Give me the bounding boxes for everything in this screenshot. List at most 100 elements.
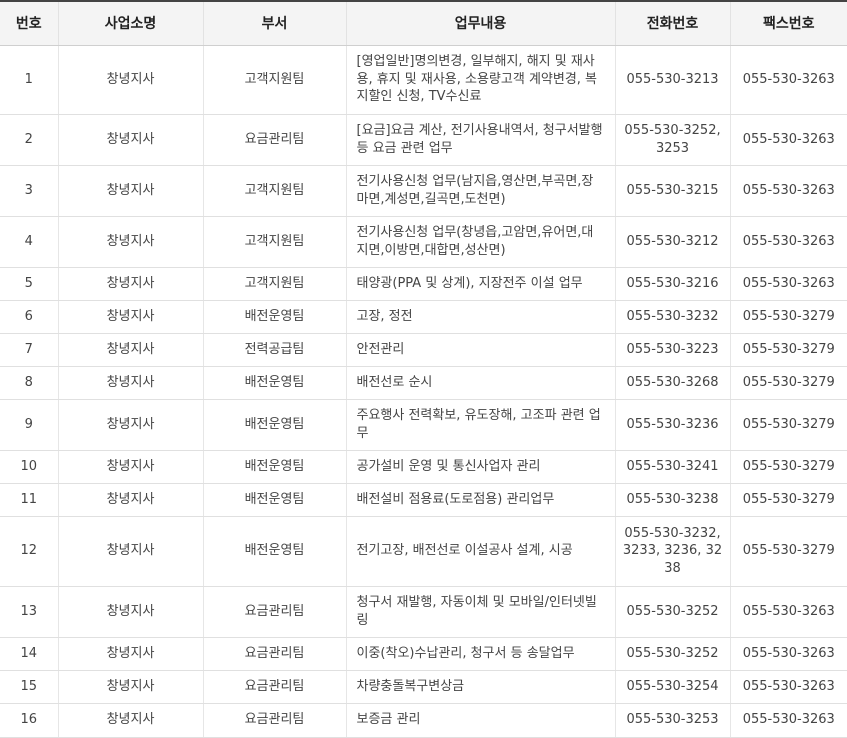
cell-office: 창녕지사 <box>57 366 203 400</box>
cell-office: 창녕지사 <box>57 450 203 484</box>
cell-fax: 055-530-3263 <box>729 114 847 166</box>
cell-task: 배전선로 순시 <box>345 366 615 400</box>
contact-table: 번호 사업소명 부서 업무내용 전화번호 팩스번호 1 창녕지사 고객지원팀 [… <box>0 0 847 738</box>
table-row: 1 창녕지사 고객지원팀 [영업일반]명의변경, 일부해지, 해지 및 재사용,… <box>0 45 847 115</box>
cell-phone: 055-530-3232, 3233, 3236, 3238 <box>614 516 730 587</box>
cell-phone: 055-530-3254 <box>614 670 730 704</box>
cell-department: 요금관리팀 <box>202 114 346 166</box>
cell-number: 13 <box>0 586 58 638</box>
cell-phone: 055-530-3213 <box>614 45 730 115</box>
cell-department: 요금관리팀 <box>202 703 346 738</box>
cell-number: 9 <box>0 399 58 451</box>
table-row: 5 창녕지사 고객지원팀 태양광(PPA 및 상계), 지장전주 이설 업무 0… <box>0 267 847 301</box>
cell-fax: 055-530-3263 <box>729 670 847 704</box>
cell-office: 창녕지사 <box>57 483 203 517</box>
header-task: 업무내용 <box>345 0 615 46</box>
table-row: 3 창녕지사 고객지원팀 전기사용신청 업무(남지읍,영산면,부곡면,장마면,계… <box>0 165 847 217</box>
cell-fax: 055-530-3263 <box>729 703 847 738</box>
cell-department: 요금관리팀 <box>202 637 346 671</box>
cell-office: 창녕지사 <box>57 165 203 217</box>
cell-department: 배전운영팀 <box>202 300 346 334</box>
cell-phone: 055-530-3252 <box>614 637 730 671</box>
cell-office: 창녕지사 <box>57 637 203 671</box>
cell-fax: 055-530-3279 <box>729 366 847 400</box>
cell-fax: 055-530-3279 <box>729 516 847 587</box>
table-row: 11 창녕지사 배전운영팀 배전설비 점용료(도로점용) 관리업무 055-53… <box>0 483 847 517</box>
cell-phone: 055-530-3238 <box>614 483 730 517</box>
cell-department: 배전운영팀 <box>202 366 346 400</box>
header-department: 부서 <box>202 0 346 46</box>
cell-number: 14 <box>0 637 58 671</box>
cell-department: 요금관리팀 <box>202 586 346 638</box>
table-row: 13 창녕지사 요금관리팀 청구서 재발행, 자동이체 및 모바일/인터넷빌링 … <box>0 586 847 638</box>
cell-department: 배전운영팀 <box>202 516 346 587</box>
cell-office: 창녕지사 <box>57 216 203 268</box>
cell-task: 주요행사 전력확보, 유도장해, 고조파 관련 업무 <box>345 399 615 451</box>
table-row: 4 창녕지사 고객지원팀 전기사용신청 업무(창녕읍,고암면,유어면,대지면,이… <box>0 216 847 268</box>
table-row: 16 창녕지사 요금관리팀 보증금 관리 055-530-3253 055-53… <box>0 703 847 738</box>
cell-number: 16 <box>0 703 58 738</box>
cell-office: 창녕지사 <box>57 670 203 704</box>
cell-task: 청구서 재발행, 자동이체 및 모바일/인터넷빌링 <box>345 586 615 638</box>
cell-phone: 055-530-3223 <box>614 333 730 367</box>
table-row: 14 창녕지사 요금관리팀 이중(착오)수납관리, 청구서 등 송달업무 055… <box>0 637 847 671</box>
cell-office: 창녕지사 <box>57 399 203 451</box>
cell-phone: 055-530-3241 <box>614 450 730 484</box>
cell-task: 안전관리 <box>345 333 615 367</box>
cell-fax: 055-530-3279 <box>729 333 847 367</box>
cell-department: 전력공급팀 <box>202 333 346 367</box>
cell-task: [요금]요금 계산, 전기사용내역서, 청구서발행 등 요금 관련 업무 <box>345 114 615 166</box>
cell-phone: 055-530-3236 <box>614 399 730 451</box>
cell-task: 고장, 정전 <box>345 300 615 334</box>
cell-task: 태양광(PPA 및 상계), 지장전주 이설 업무 <box>345 267 615 301</box>
table-row: 8 창녕지사 배전운영팀 배전선로 순시 055-530-3268 055-53… <box>0 366 847 400</box>
cell-fax: 055-530-3279 <box>729 450 847 484</box>
cell-department: 배전운영팀 <box>202 399 346 451</box>
cell-fax: 055-530-3263 <box>729 267 847 301</box>
cell-fax: 055-530-3279 <box>729 483 847 517</box>
cell-number: 3 <box>0 165 58 217</box>
cell-department: 배전운영팀 <box>202 483 346 517</box>
cell-phone: 055-530-3215 <box>614 165 730 217</box>
cell-fax: 055-530-3263 <box>729 45 847 115</box>
cell-phone: 055-530-3268 <box>614 366 730 400</box>
cell-task: 전기고장, 배전선로 이설공사 설계, 시공 <box>345 516 615 587</box>
cell-office: 창녕지사 <box>57 267 203 301</box>
cell-fax: 055-530-3279 <box>729 300 847 334</box>
cell-fax: 055-530-3263 <box>729 165 847 217</box>
cell-office: 창녕지사 <box>57 114 203 166</box>
cell-department: 배전운영팀 <box>202 450 346 484</box>
cell-task: 차량충돌복구변상금 <box>345 670 615 704</box>
cell-department: 고객지원팀 <box>202 267 346 301</box>
table-row: 12 창녕지사 배전운영팀 전기고장, 배전선로 이설공사 설계, 시공 055… <box>0 516 847 587</box>
cell-department: 고객지원팀 <box>202 165 346 217</box>
table-header-row: 번호 사업소명 부서 업무내용 전화번호 팩스번호 <box>0 0 847 46</box>
table-row: 2 창녕지사 요금관리팀 [요금]요금 계산, 전기사용내역서, 청구서발행 등… <box>0 114 847 166</box>
cell-number: 10 <box>0 450 58 484</box>
header-phone: 전화번호 <box>614 0 730 46</box>
cell-number: 5 <box>0 267 58 301</box>
cell-fax: 055-530-3263 <box>729 216 847 268</box>
cell-phone: 055-530-3253 <box>614 703 730 738</box>
cell-task: 보증금 관리 <box>345 703 615 738</box>
cell-number: 2 <box>0 114 58 166</box>
cell-number: 7 <box>0 333 58 367</box>
cell-task: 공가설비 운영 및 통신사업자 관리 <box>345 450 615 484</box>
cell-department: 고객지원팀 <box>202 45 346 115</box>
cell-phone: 055-530-3216 <box>614 267 730 301</box>
cell-fax: 055-530-3279 <box>729 399 847 451</box>
cell-office: 창녕지사 <box>57 703 203 738</box>
cell-number: 11 <box>0 483 58 517</box>
cell-office: 창녕지사 <box>57 45 203 115</box>
table-row: 9 창녕지사 배전운영팀 주요행사 전력확보, 유도장해, 고조파 관련 업무 … <box>0 399 847 451</box>
cell-department: 고객지원팀 <box>202 216 346 268</box>
cell-number: 15 <box>0 670 58 704</box>
cell-phone: 055-530-3252, 3253 <box>614 114 730 166</box>
cell-task: 전기사용신청 업무(창녕읍,고암면,유어면,대지면,이방면,대합면,성산면) <box>345 216 615 268</box>
cell-fax: 055-530-3263 <box>729 586 847 638</box>
cell-office: 창녕지사 <box>57 300 203 334</box>
cell-department: 요금관리팀 <box>202 670 346 704</box>
cell-office: 창녕지사 <box>57 516 203 587</box>
cell-number: 1 <box>0 45 58 115</box>
cell-task: 배전설비 점용료(도로점용) 관리업무 <box>345 483 615 517</box>
